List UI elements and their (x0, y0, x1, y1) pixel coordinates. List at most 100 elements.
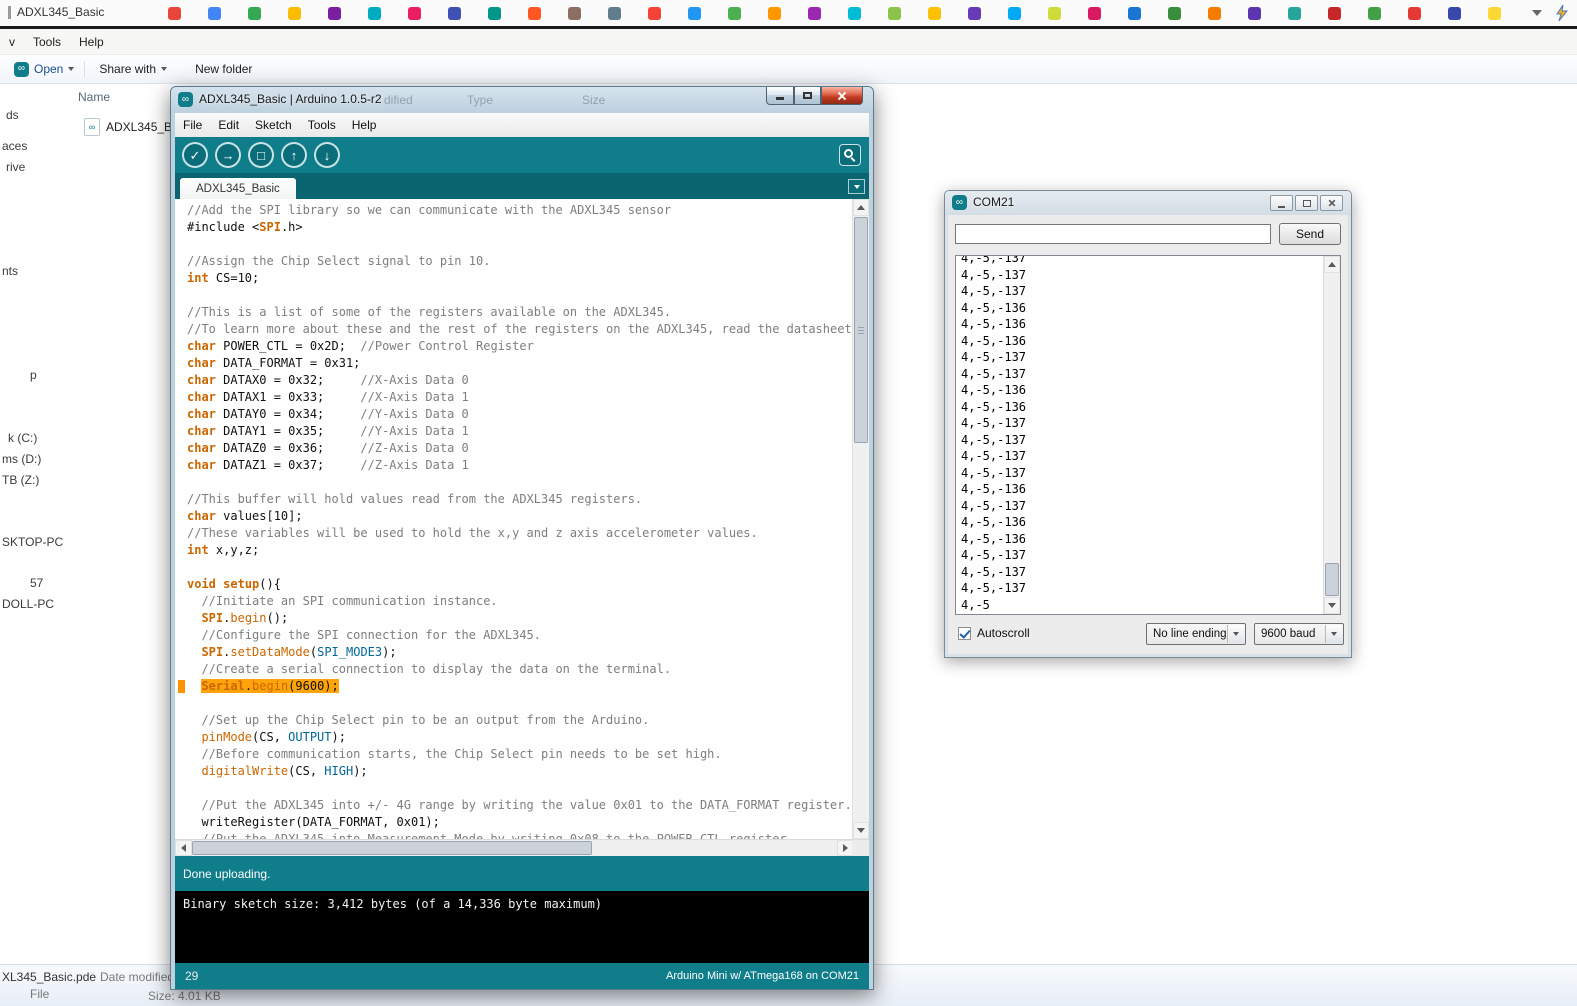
site-favicon[interactable] (168, 7, 181, 20)
code-editor[interactable]: //Add the SPI library so we can communic… (175, 199, 869, 839)
arduino-toolbar: ✓ → □ ↑ ↓ (175, 137, 869, 173)
site-favicon[interactable] (1088, 7, 1101, 20)
site-favicon[interactable] (1368, 7, 1381, 20)
serial-input[interactable] (955, 224, 1271, 244)
site-favicon[interactable] (328, 7, 341, 20)
menu-edit[interactable]: Edit (210, 115, 247, 135)
scroll-left-button[interactable] (175, 840, 192, 856)
new-button[interactable]: □ (248, 142, 274, 168)
close-button[interactable] (1320, 195, 1343, 211)
column-header-name[interactable]: Name (78, 90, 110, 104)
code-line: #include <SPI.h> (187, 219, 852, 236)
open-button[interactable]: ∞ Open (0, 62, 84, 77)
site-favicon[interactable] (1328, 7, 1341, 20)
lightning-icon[interactable] (1556, 5, 1569, 22)
site-favicon[interactable] (848, 7, 861, 20)
tab-menu-button[interactable] (848, 179, 865, 194)
share-with-button[interactable]: Share with (85, 62, 181, 76)
baud-select[interactable]: 9600 baud (1254, 623, 1344, 645)
site-favicon[interactable] (768, 7, 781, 20)
site-favicon[interactable] (608, 7, 621, 20)
minimize-button[interactable] (1270, 195, 1293, 211)
sidebar-item[interactable]: aces (2, 139, 27, 153)
site-favicon[interactable] (1008, 7, 1021, 20)
sidebar-item[interactable]: DOLL-PC (2, 597, 54, 611)
serial-scrollbar[interactable] (1323, 256, 1340, 614)
site-favicon[interactable] (288, 7, 301, 20)
site-favicon[interactable] (648, 7, 661, 20)
site-favicon[interactable] (1168, 7, 1181, 20)
site-favicon[interactable] (968, 7, 981, 20)
sidebar-item[interactable]: nts (2, 264, 18, 278)
close-button[interactable] (821, 87, 863, 105)
site-favicon[interactable] (728, 7, 741, 20)
site-favicon[interactable] (808, 7, 821, 20)
maximize-button[interactable] (1295, 195, 1318, 211)
sidebar-item[interactable]: ms (D:) (2, 452, 41, 466)
site-favicon[interactable] (368, 7, 381, 20)
menu-tools[interactable]: Tools (300, 115, 344, 135)
site-favicon[interactable] (1048, 7, 1061, 20)
serial-line: 4,-5,-137 (961, 564, 1322, 581)
code-line: //Before communication starts, the Chip … (187, 746, 852, 763)
site-favicon[interactable] (1408, 7, 1421, 20)
site-favicon[interactable] (528, 7, 541, 20)
serial-monitor-title-bar[interactable]: ∞ COM21 (945, 191, 1351, 215)
menu-file[interactable]: File (175, 115, 210, 135)
tab-adxl345-basic[interactable]: ADXL345_Basic (180, 178, 296, 199)
editor-hscrollbar[interactable] (175, 839, 854, 856)
scroll-down-button[interactable] (853, 822, 869, 839)
tab-strip: ADXL345_Basic (175, 173, 869, 199)
site-favicon[interactable] (248, 7, 261, 20)
scrollbar-thumb[interactable] (192, 841, 592, 855)
code-line: int CS=10; (187, 270, 852, 287)
line-ending-select[interactable]: No line ending (1146, 623, 1246, 645)
sidebar-item[interactable]: k (C:) (8, 431, 37, 445)
site-favicon[interactable] (568, 7, 581, 20)
site-favicon[interactable] (688, 7, 701, 20)
scrollbar-thumb[interactable] (1325, 563, 1339, 596)
send-button[interactable]: Send (1279, 223, 1341, 245)
scroll-up-button[interactable] (853, 199, 869, 216)
site-favicon[interactable] (1248, 7, 1261, 20)
site-favicon[interactable] (208, 7, 221, 20)
breadcrumb-icon (8, 6, 11, 19)
sidebar-item[interactable]: ds (6, 108, 19, 122)
site-favicon[interactable] (1208, 7, 1221, 20)
scrollbar-thumb[interactable] (854, 217, 868, 443)
maximize-button[interactable] (794, 87, 821, 105)
menu-help[interactable]: Help (344, 115, 385, 135)
sidebar-item[interactable]: SKTOP-PC (2, 535, 63, 549)
menu-sketch[interactable]: Sketch (247, 115, 300, 135)
chevron-down-icon[interactable] (1532, 10, 1542, 16)
autoscroll-checkbox[interactable] (958, 627, 971, 640)
sidebar-item[interactable]: 57 (30, 576, 43, 590)
scroll-down-button[interactable] (1324, 597, 1340, 614)
serial-monitor-button[interactable] (839, 144, 861, 166)
sidebar-item[interactable]: rive (6, 160, 25, 174)
upload-button[interactable]: → (215, 142, 241, 168)
sidebar-item[interactable]: p (30, 368, 37, 382)
site-favicon[interactable] (1448, 7, 1461, 20)
new-folder-button[interactable]: New folder (181, 62, 266, 76)
site-favicon[interactable] (448, 7, 461, 20)
site-favicon[interactable] (928, 7, 941, 20)
minimize-button[interactable] (766, 87, 794, 105)
sidebar-item[interactable]: TB (Z:) (2, 473, 39, 487)
scroll-up-button[interactable] (1324, 256, 1340, 273)
site-favicon[interactable] (488, 7, 501, 20)
verify-button[interactable]: ✓ (182, 142, 208, 168)
site-favicon[interactable] (1288, 7, 1301, 20)
site-favicon[interactable] (888, 7, 901, 20)
menu-tools[interactable]: Tools (24, 31, 70, 53)
breadcrumb[interactable]: ADXL345_Basic (8, 5, 104, 19)
site-favicon[interactable] (1488, 7, 1501, 20)
editor-vscrollbar[interactable] (852, 199, 869, 839)
arduino-title-bar[interactable]: ∞ ADXL345_Basic | Arduino 1.0.5-r2 difie… (171, 87, 873, 113)
site-favicon[interactable] (1128, 7, 1141, 20)
open-button[interactable]: ↑ (281, 142, 307, 168)
site-favicon[interactable] (408, 7, 421, 20)
menu-v[interactable]: v (0, 31, 24, 53)
save-button[interactable]: ↓ (314, 142, 340, 168)
menu-help[interactable]: Help (70, 31, 113, 53)
